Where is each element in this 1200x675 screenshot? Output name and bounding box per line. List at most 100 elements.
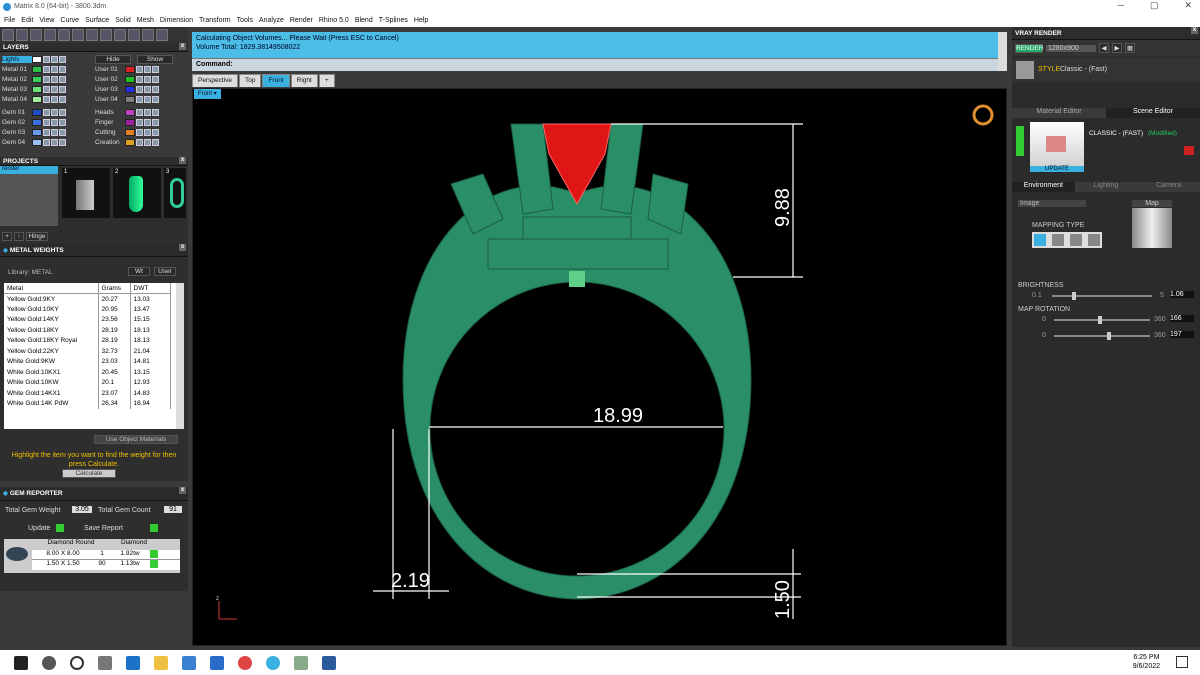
close-icon[interactable]: x	[179, 244, 186, 251]
lock-icon[interactable]	[51, 95, 58, 103]
layer-row[interactable]: Metal 01	[2, 64, 90, 74]
select-icon[interactable]	[152, 108, 159, 116]
prev-icon[interactable]: ◀	[1099, 43, 1109, 53]
search-icon[interactable]	[42, 655, 56, 670]
layer-color-swatch[interactable]	[125, 138, 135, 146]
select-icon[interactable]	[59, 118, 66, 126]
play-icon[interactable]	[1016, 126, 1024, 156]
menu-curve[interactable]: Curve	[60, 17, 79, 24]
layer-row[interactable]: Gem 02	[2, 117, 90, 127]
visible-icon[interactable]	[43, 75, 50, 83]
menu-surface[interactable]: Surface	[85, 17, 109, 24]
table-row[interactable]: Yellow Gold:22KY 32.73 21.04	[4, 346, 171, 357]
store-icon[interactable]	[182, 655, 196, 670]
select-icon[interactable]	[59, 108, 66, 116]
visible-icon[interactable]	[43, 118, 50, 126]
mail-icon[interactable]	[210, 655, 224, 670]
col-metal[interactable]: Metal	[4, 283, 99, 294]
sphere-map-icon[interactable]	[1070, 234, 1082, 246]
planar-map-icon[interactable]	[1034, 234, 1046, 246]
layer-color-swatch[interactable]	[125, 65, 135, 73]
tool-icon[interactable]	[2, 29, 14, 41]
tool-icon[interactable]	[100, 29, 112, 41]
menu-tools[interactable]: Tools	[237, 17, 253, 24]
cortana-icon[interactable]	[70, 655, 84, 670]
layer-row[interactable]: Finger	[95, 117, 185, 127]
layer-row[interactable]: Cutting	[95, 127, 185, 137]
image-select[interactable]: Image	[1018, 200, 1086, 207]
app-icon[interactable]	[294, 655, 308, 670]
menu-blend[interactable]: Blend	[355, 17, 373, 24]
viewport-label[interactable]: Front ▾	[194, 89, 221, 99]
table-row[interactable]: White Gold:14K PdW 26.34 16.94	[4, 398, 171, 409]
table-row[interactable]: Yellow Gold:9KY 20.27 13.03	[4, 293, 171, 304]
visible-icon[interactable]	[43, 138, 50, 146]
save-report-button[interactable]: Save Report	[84, 525, 123, 532]
play-icon[interactable]	[150, 550, 158, 558]
rotation-1-value[interactable]: 166	[1170, 315, 1194, 322]
user-toggle[interactable]: User	[154, 267, 176, 276]
menu-analyze[interactable]: Analyze	[259, 17, 284, 24]
layer-row[interactable]: Creation	[95, 137, 185, 147]
clock[interactable]: 6:25 PM 9/6/2022	[1133, 653, 1160, 671]
close-icon[interactable]: x	[179, 487, 186, 494]
tool-icon[interactable]	[142, 29, 154, 41]
slider-handle[interactable]	[1106, 332, 1111, 340]
update-button[interactable]: UPDATE	[1030, 166, 1084, 172]
play-icon[interactable]	[150, 524, 158, 532]
layer-color-swatch[interactable]	[32, 55, 42, 63]
project-thumb-3[interactable]: 3	[164, 168, 186, 218]
table-row[interactable]: 8.00 X 8.00 1 1.92tw	[32, 550, 180, 560]
select-icon[interactable]	[152, 138, 159, 146]
tab-lighting[interactable]: Lighting	[1074, 182, 1138, 192]
lock-icon[interactable]	[51, 75, 58, 83]
style-select[interactable]: Classic - (Fast)	[1060, 66, 1107, 73]
select-icon[interactable]	[59, 138, 66, 146]
rotation-slider-1[interactable]	[1054, 316, 1150, 324]
visible-icon[interactable]	[43, 108, 50, 116]
visible-icon[interactable]	[136, 75, 143, 83]
maximize-button[interactable]: ▢	[1150, 0, 1159, 11]
layer-color-swatch[interactable]	[32, 108, 42, 116]
select-icon[interactable]	[59, 95, 66, 103]
lock-icon[interactable]	[144, 108, 151, 116]
tool-icon[interactable]	[30, 29, 42, 41]
dome-map-icon[interactable]	[1088, 234, 1100, 246]
layer-color-swatch[interactable]	[125, 128, 135, 136]
lock-icon[interactable]	[51, 128, 58, 136]
select-icon[interactable]	[59, 65, 66, 73]
delete-icon[interactable]	[1184, 146, 1194, 155]
tool-icon[interactable]	[128, 29, 140, 41]
notification-icon[interactable]	[1176, 656, 1188, 668]
tab-top[interactable]: Top	[238, 74, 262, 87]
selection-grip[interactable]	[569, 271, 585, 287]
select-icon[interactable]	[59, 128, 66, 136]
lock-icon[interactable]	[144, 75, 151, 83]
layer-color-swatch[interactable]	[32, 138, 42, 146]
tab-scene-editor[interactable]: Scene Editor	[1106, 108, 1200, 118]
add-icon[interactable]: +	[2, 232, 12, 241]
lock-icon[interactable]	[144, 95, 151, 103]
play-icon[interactable]	[150, 560, 158, 568]
ring-nav-icon[interactable]	[972, 104, 994, 126]
task-view-icon[interactable]	[98, 655, 112, 670]
lock-icon[interactable]	[51, 55, 58, 63]
tool-icon[interactable]	[86, 29, 98, 41]
table-row[interactable]: Yellow Gold:10KY 20.95 13.47	[4, 304, 171, 315]
command-input[interactable]: Command:	[192, 58, 1007, 71]
layer-color-swatch[interactable]	[125, 95, 135, 103]
table-row[interactable]: Yellow Gold:18KY Royal 28.19 18.13	[4, 335, 171, 346]
tool-icon[interactable]: ▦	[1125, 43, 1135, 53]
layer-color-swatch[interactable]	[32, 85, 42, 93]
project-thumb-2[interactable]: 2	[113, 168, 161, 218]
select-icon[interactable]	[152, 128, 159, 136]
table-scrollbar[interactable]	[176, 283, 184, 429]
layer-row[interactable]: User 04	[95, 94, 185, 104]
close-icon[interactable]: x	[179, 43, 186, 50]
up-icon[interactable]: ↑	[14, 232, 24, 241]
col-dwt[interactable]: DWT	[130, 283, 171, 294]
lock-icon[interactable]	[144, 118, 151, 126]
table-row[interactable]: White Gold:10KW 20.1 12.93	[4, 377, 171, 388]
windows-start-icon[interactable]	[14, 655, 28, 670]
slider-handle[interactable]	[1072, 292, 1076, 300]
